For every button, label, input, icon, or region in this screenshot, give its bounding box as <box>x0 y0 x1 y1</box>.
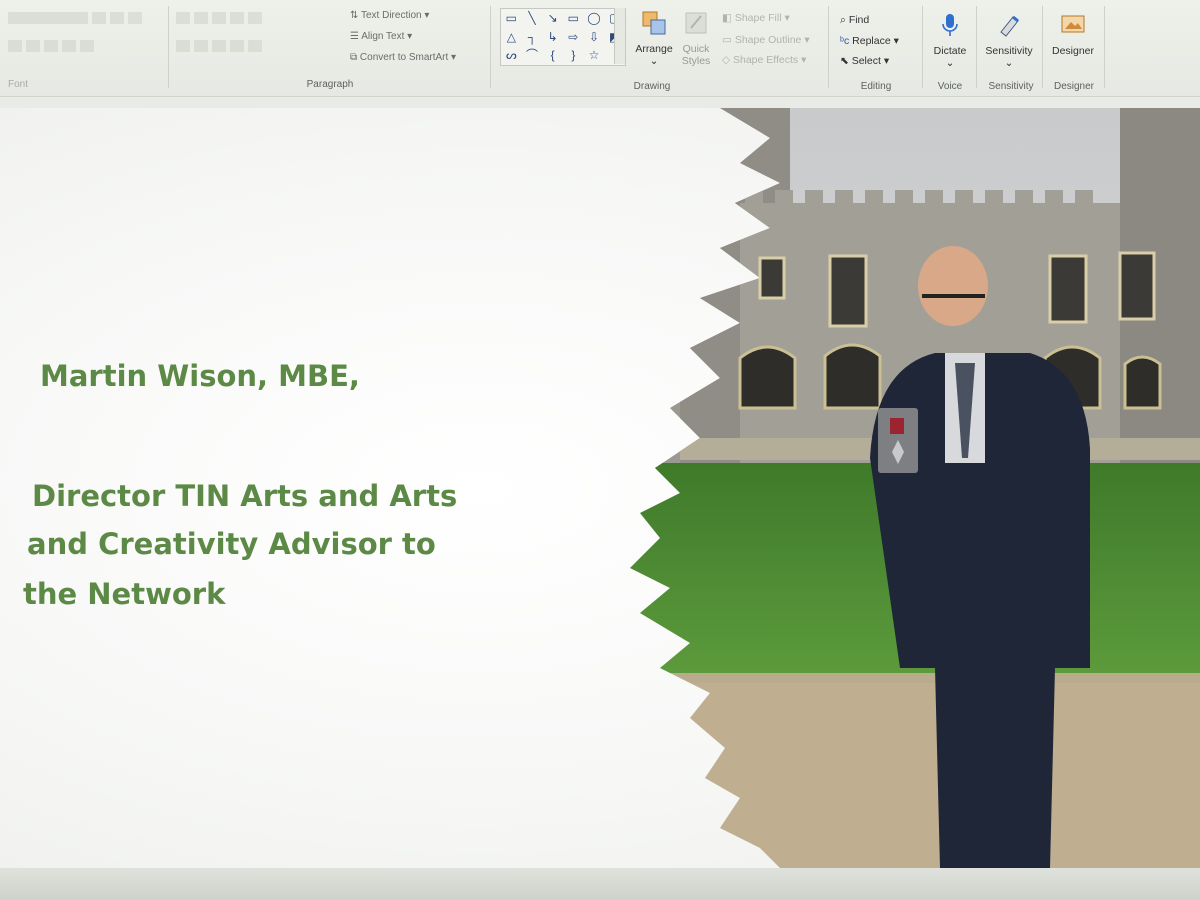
slide-canvas[interactable]: Martin Wison, MBE, Director TIN Arts and… <box>0 108 1200 868</box>
ribbon-separator <box>828 6 829 88</box>
font-controls-row-2[interactable] <box>8 40 94 52</box>
shapes-gallery-scrollbar[interactable] <box>614 8 625 64</box>
voice-group-label: Voice <box>937 81 963 92</box>
find-button[interactable]: ⌕ Find <box>840 14 869 27</box>
ribbon-separator <box>490 6 491 88</box>
smartart-icon: ⧉ <box>350 52 360 63</box>
arrow-line-shape-icon[interactable]: ↘ <box>542 9 563 28</box>
arrange-button[interactable]: Arrange ⌄ <box>632 10 676 67</box>
shape-outline-button[interactable]: ▭ Shape Outline ▾ <box>722 34 810 46</box>
brace-right-shape-icon[interactable]: } <box>563 46 584 65</box>
chevron-down-icon: ⌄ <box>945 57 955 69</box>
designer-button[interactable]: Designer <box>1046 12 1100 57</box>
triangle-shape-icon[interactable]: △ <box>501 28 522 47</box>
shapes-gallery[interactable]: ▭ ╲ ↘ ▭ ◯ ▢ △ ┐ ↳ ⇨ ⇩ ◩ ᔕ ⌒ { } ☆ <box>500 8 626 66</box>
replace-icon: ᵇc <box>840 35 853 47</box>
arrange-icon <box>642 11 666 35</box>
brace-left-shape-icon[interactable]: { <box>542 46 563 65</box>
sensitivity-group-label: Sensitivity <box>988 81 1034 92</box>
font-group-label: Font <box>8 79 29 90</box>
sensitivity-button[interactable]: Sensitivity ⌄ <box>980 12 1038 69</box>
shape-outline-icon: ▭ <box>722 34 735 46</box>
chevron-down-icon: ⌄ <box>1004 57 1014 69</box>
ribbon-separator <box>168 6 169 88</box>
list-buttons[interactable] <box>176 12 262 24</box>
font-controls-row-1[interactable] <box>8 12 142 24</box>
paragraph-group-label: Paragraph <box>306 79 354 90</box>
line-shape-icon[interactable]: ╲ <box>522 9 543 28</box>
down-arrow-shape-icon[interactable]: ⇩ <box>584 28 605 47</box>
align-text-button[interactable]: ☰ Align Text ▾ <box>350 31 412 42</box>
elbow-arrow-shape-icon[interactable]: ↳ <box>542 28 563 47</box>
sensitivity-icon <box>1000 15 1019 37</box>
ribbon-separator <box>1104 6 1105 88</box>
slide-role-line-2[interactable]: and Creativity Advisor to <box>27 524 436 564</box>
shape-fill-icon: ◧ <box>722 12 735 24</box>
oval-shape-icon[interactable]: ◯ <box>584 9 605 28</box>
quick-styles-icon <box>685 12 707 34</box>
ribbon: Font ⇅ Text Direction ▾ ☰ Align Text ▾ ⧉… <box>0 0 1200 97</box>
font-group: Font <box>0 0 168 94</box>
slide-name-line[interactable]: Martin Wison, MBE, <box>40 356 360 396</box>
text-direction-icon: ⇅ <box>350 10 361 21</box>
text-direction-button[interactable]: ⇅ Text Direction ▾ <box>350 10 429 21</box>
star-shape-icon[interactable]: ☆ <box>584 46 605 65</box>
editing-group-label: Editing <box>860 81 892 92</box>
slide-role-line-1[interactable]: Director TIN Arts and Arts <box>32 476 457 516</box>
cursor-icon: ⬉ <box>840 55 852 67</box>
align-buttons[interactable] <box>176 40 262 52</box>
status-bar <box>0 868 1200 900</box>
convert-smartart-button[interactable]: ⧉ Convert to SmartArt ▾ <box>350 52 456 63</box>
designer-icon <box>1061 15 1085 33</box>
shape-effects-button[interactable]: ◇ Shape Effects ▾ <box>722 54 806 66</box>
designer-group-label: Designer <box>1053 81 1095 92</box>
paragraph-group: ⇅ Text Direction ▾ ☰ Align Text ▾ ⧉ Conv… <box>170 0 490 94</box>
search-icon: ⌕ <box>840 14 849 26</box>
microphone-icon <box>942 14 958 36</box>
rectangle-shape-icon[interactable]: ▭ <box>563 9 584 28</box>
freeform-shape-icon[interactable]: ᔕ <box>501 46 522 65</box>
align-text-icon: ☰ <box>350 31 362 42</box>
shape-fill-button[interactable]: ◧ Shape Fill ▾ <box>722 12 790 24</box>
elbow-connector-shape-icon[interactable]: ┐ <box>522 28 543 47</box>
text-box-shape-icon[interactable]: ▭ <box>501 9 522 28</box>
curve-shape-icon[interactable]: ⌒ <box>522 46 543 65</box>
ribbon-separator <box>922 6 923 88</box>
drawing-group-label: Drawing <box>633 81 671 92</box>
select-button[interactable]: ⬉ Select ▾ <box>840 55 889 67</box>
replace-button[interactable]: ᵇc Replace ▾ <box>840 35 899 47</box>
shape-effects-icon: ◇ <box>722 54 733 66</box>
ribbon-separator <box>1042 6 1043 88</box>
chevron-down-icon: ⌄ <box>649 55 659 67</box>
quick-styles-button[interactable]: Quick Styles <box>676 10 716 67</box>
ribbon-separator <box>976 6 977 88</box>
right-arrow-shape-icon[interactable]: ⇨ <box>563 28 584 47</box>
dictate-button[interactable]: Dictate ⌄ <box>926 12 974 69</box>
slide-role-line-3[interactable]: the Network <box>23 574 225 614</box>
